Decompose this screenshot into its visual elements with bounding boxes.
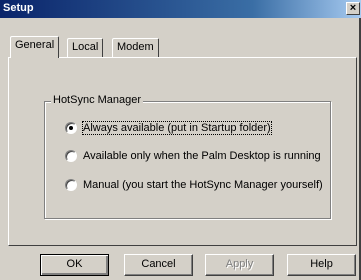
option-manual-label: Manual (you start the HotSync Manager yo… [83,179,323,191]
tab-modem-label: Modem [117,41,154,53]
tab-local-label: Local [72,41,99,53]
setup-dialog: Setup × General Local Modem HotSync Mana… [0,0,361,280]
tab-modem[interactable]: Modem [112,38,159,57]
tab-general[interactable]: General [10,36,60,58]
window-title: Setup [3,2,34,14]
cancel-button[interactable]: Cancel [124,254,193,276]
radio-available-when-running[interactable] [65,150,77,162]
apply-button[interactable]: Apply [205,254,274,276]
option-available-when-running[interactable]: Available only when the Palm Desktop is … [65,149,321,163]
radio-always-available[interactable] [65,122,77,134]
radio-manual[interactable] [65,179,77,191]
close-button[interactable]: × [346,2,360,15]
option-always-available-label: Always available (put in Startup folder) [82,121,272,135]
option-always-available[interactable]: Always available (put in Startup folder) [65,121,272,135]
ok-button[interactable]: OK [40,254,109,276]
help-button[interactable]: Help [287,254,356,276]
tab-local[interactable]: Local [67,38,104,57]
close-icon: × [349,2,357,14]
option-manual[interactable]: Manual (you start the HotSync Manager yo… [65,178,323,192]
group-label: HotSync Manager [51,94,144,106]
option-available-when-running-label: Available only when the Palm Desktop is … [83,150,321,162]
tab-general-label: General [15,39,55,51]
title-bar[interactable]: Setup × [0,0,361,18]
